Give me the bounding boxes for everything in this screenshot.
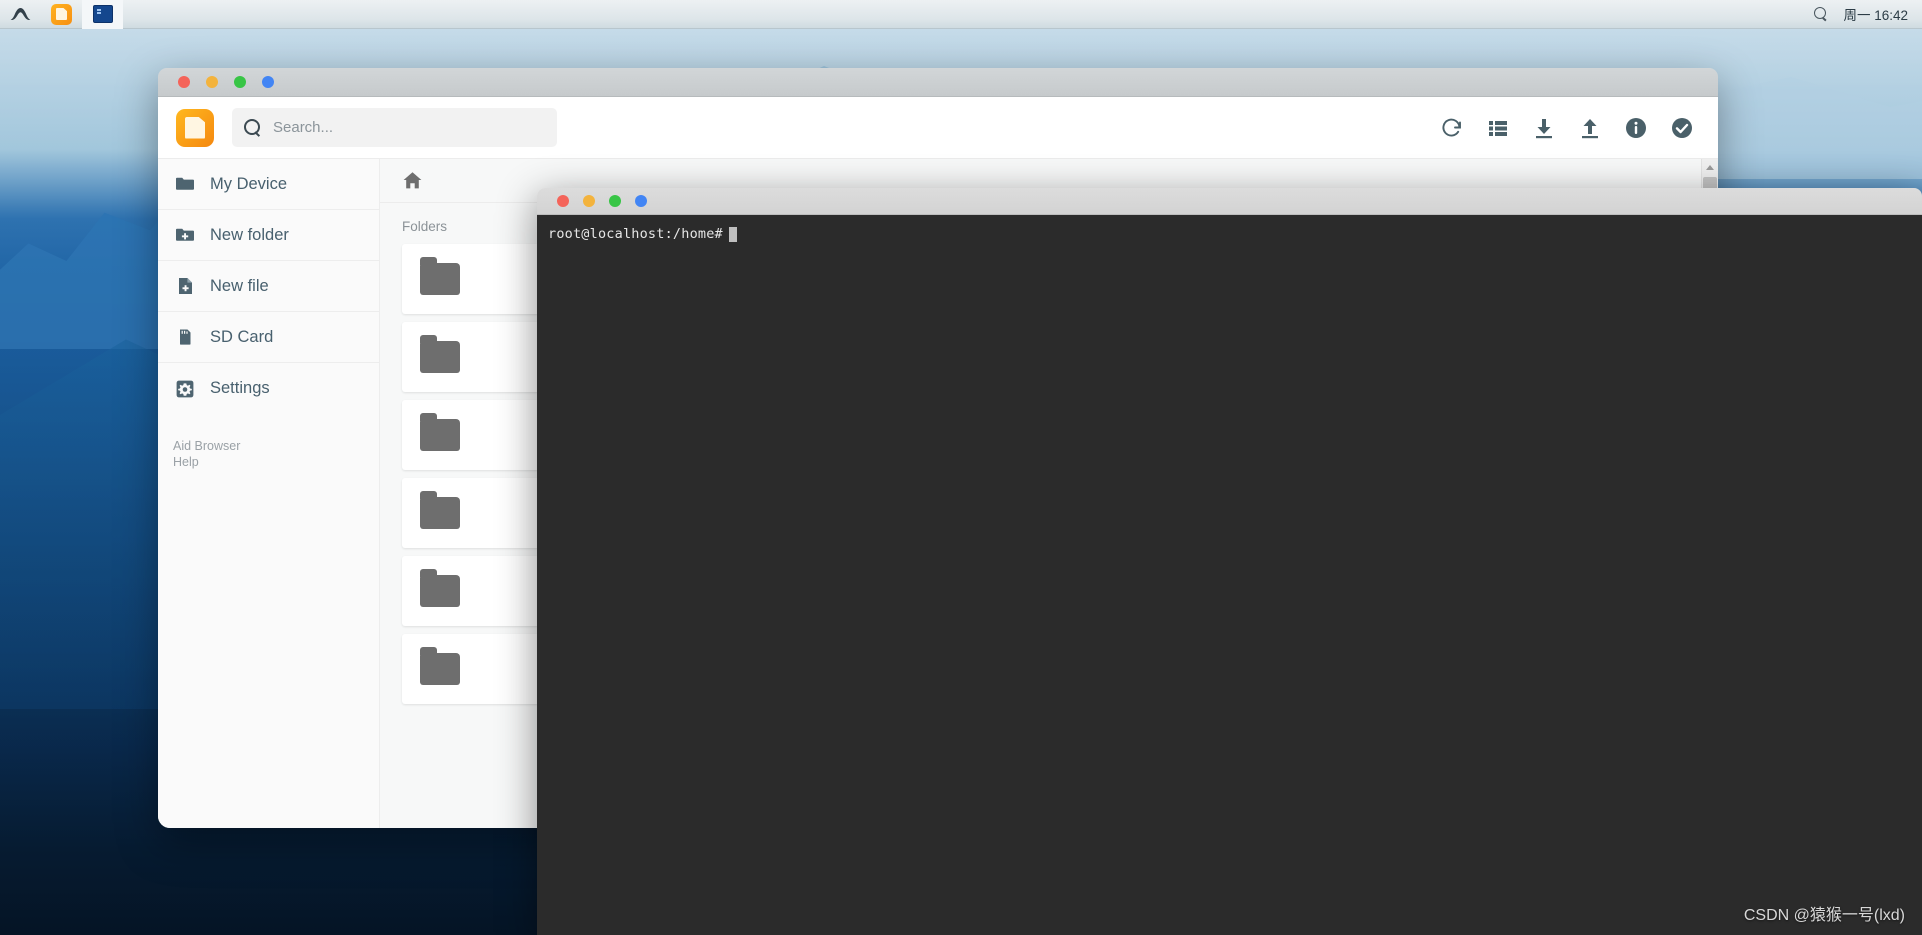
folder-icon (420, 413, 460, 451)
folder-icon (420, 569, 460, 607)
sidebar-item-sd-card[interactable]: SD Card (158, 312, 379, 363)
window-minimize-button[interactable] (206, 76, 218, 88)
folder-icon (420, 335, 460, 373)
sd-card-icon (175, 327, 195, 347)
select-check-icon[interactable] (1670, 116, 1694, 140)
sidebar-item-label: My Device (210, 174, 288, 193)
upload-icon[interactable] (1578, 116, 1602, 140)
settings-gear-icon (175, 379, 195, 399)
search-input[interactable] (273, 119, 545, 136)
search-icon (244, 119, 261, 136)
search-icon[interactable] (1813, 6, 1829, 22)
search-box[interactable] (232, 108, 557, 147)
sidebar-link-help[interactable]: Help (173, 455, 379, 471)
file-plus-icon (175, 276, 195, 296)
file-manager-titlebar[interactable] (158, 68, 1718, 97)
sidebar: My Device New folder New file SD Card Se… (158, 159, 380, 828)
sidebar-footer: Aid Browser Help (158, 414, 379, 470)
file-manager-icon (176, 108, 214, 147)
sidebar-link-aid-browser[interactable]: Aid Browser (173, 439, 379, 455)
window-maximize-button[interactable] (234, 76, 246, 88)
info-icon[interactable] (1624, 116, 1648, 140)
sidebar-item-settings[interactable]: Settings (158, 363, 379, 414)
terminal-prompt-text: root@localhost:/home# (548, 226, 723, 242)
terminal-output[interactable]: root@localhost:/home# (537, 215, 1922, 935)
topbar-status-area: 周一 16:42 (1813, 4, 1922, 24)
terminal-cursor (728, 226, 737, 242)
folder-plus-icon (175, 225, 195, 245)
window-close-button[interactable] (178, 76, 190, 88)
terminal-window[interactable]: root@localhost:/home# (537, 188, 1922, 935)
terminal-prompt-line: root@localhost:/home# (548, 226, 1922, 242)
terminal-more-button[interactable] (635, 195, 647, 207)
terminal-minimize-button[interactable] (583, 195, 595, 207)
folder-icon (420, 647, 460, 685)
download-icon[interactable] (1532, 116, 1556, 140)
sidebar-item-new-folder[interactable]: New folder (158, 210, 379, 261)
terminal-maximize-button[interactable] (609, 195, 621, 207)
window-more-button[interactable] (262, 76, 274, 88)
list-view-icon[interactable] (1486, 116, 1510, 140)
sidebar-item-label: New folder (210, 225, 289, 244)
sidebar-item-label: New file (210, 276, 269, 295)
home-icon[interactable] (402, 170, 423, 191)
chevron-up-icon[interactable] (1702, 159, 1718, 176)
terminal-titlebar[interactable] (537, 188, 1922, 215)
sidebar-item-label: Settings (210, 379, 270, 397)
refresh-icon[interactable] (1440, 116, 1464, 140)
folder-icon (175, 174, 195, 194)
terminal-close-button[interactable] (557, 195, 569, 207)
folder-icon (420, 257, 460, 295)
terminal-icon (92, 5, 113, 23)
taskbar-item-terminal[interactable] (82, 0, 123, 29)
folder-icon (420, 491, 460, 529)
taskbar-item-system-logo[interactable] (0, 0, 41, 29)
file-manager-toolbar (158, 97, 1718, 159)
file-manager-icon (51, 3, 72, 25)
clock[interactable]: 周一 16:42 (1843, 4, 1908, 24)
sidebar-item-label: SD Card (210, 327, 274, 346)
watermark: CSDN @猿猴一号(lxd) (1743, 907, 1905, 924)
sidebar-item-new-file[interactable]: New file (158, 261, 379, 312)
toolbar-actions (1440, 116, 1718, 140)
sidebar-item-my-device[interactable]: My Device (158, 159, 379, 210)
system-topbar: 周一 16:42 (0, 0, 1922, 29)
mountain-logo-icon (10, 7, 31, 21)
taskbar-item-file-manager[interactable] (41, 0, 82, 29)
